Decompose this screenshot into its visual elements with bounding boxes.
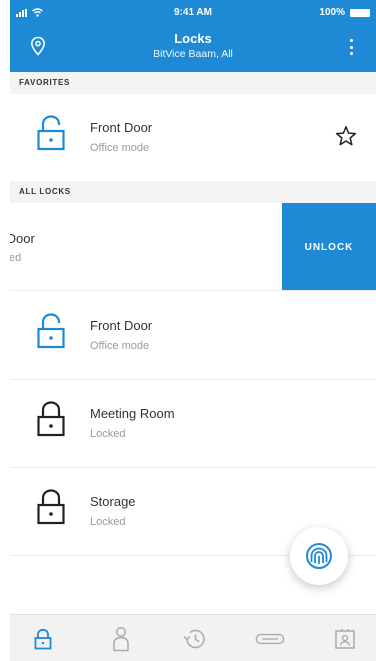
lock-open-icon [37,313,65,349]
star-icon[interactable] [335,125,357,147]
lock-name: Storage [90,494,136,509]
lock-name: ck Door [10,231,35,246]
lock-name: Front Door [90,318,153,333]
person-icon [113,627,129,652]
page-title: Locks [174,31,212,46]
lock-closed-icon [37,489,65,525]
lock-name: Meeting Room [90,406,175,421]
lock-status: Locked [90,428,126,440]
favorite-lock-row[interactable]: Front Door Office mode [10,94,376,182]
tab-users[interactable] [106,624,136,654]
key-card-icon [255,633,285,645]
lock-icon [34,628,52,650]
section-header-all-locks: ALL LOCKS [10,181,376,203]
more-options-icon[interactable] [341,36,361,58]
lock-row[interactable]: Front Door Office mode [10,292,376,380]
phone-screen: 9:41 AM 100% Locks BitVice Baam, All FAV… [10,0,376,661]
battery-icon [350,8,370,17]
fingerprint-button[interactable] [290,527,348,585]
lock-status: cked [10,252,22,264]
battery-percent: 100% [319,7,345,18]
header-title-group: Locks BitVice Baam, All [10,31,376,61]
swiped-lock-row[interactable]: ck Door cked UNLOCK [10,203,376,291]
lock-name: Front Door [90,120,153,135]
tab-access[interactable] [330,624,360,654]
status-bar: 9:41 AM 100% [10,0,376,22]
battery-indicator: 100% [319,7,370,18]
lock-status: Locked [90,516,126,528]
unlock-button[interactable]: UNLOCK [282,203,376,290]
app-bar: 9:41 AM 100% Locks BitVice Baam, All [10,0,376,72]
tab-locks[interactable] [28,624,58,654]
badge-icon [335,629,355,649]
fingerprint-icon [306,543,332,569]
history-icon [183,629,205,649]
lock-status: Office mode [90,340,150,352]
bottom-tab-bar [10,614,376,661]
lock-row[interactable]: Meeting Room Locked [10,380,376,468]
section-header-favorites: FAVORITES [10,72,376,94]
tab-history[interactable] [180,624,210,654]
lock-status: Office mode [90,142,150,154]
page-subtitle: BitVice Baam, All [153,48,233,60]
tab-keys[interactable] [255,624,285,654]
lock-open-icon [37,115,65,151]
lock-closed-icon [37,401,65,437]
